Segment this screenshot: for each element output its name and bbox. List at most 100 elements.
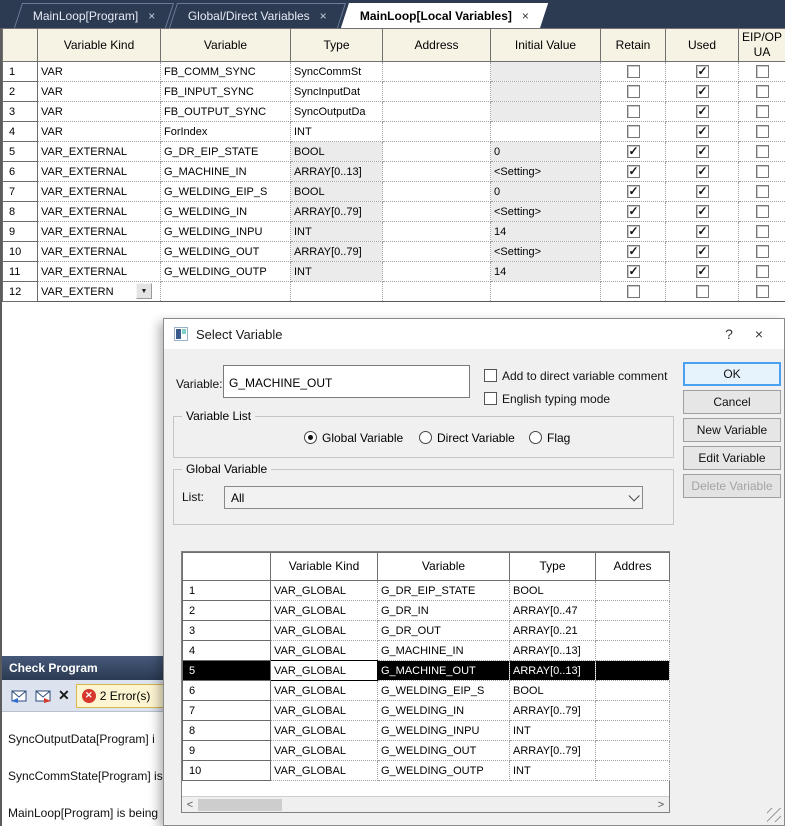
- cell-variable-kind[interactable]: VAR_EXTERNAL: [38, 202, 161, 222]
- resize-grip[interactable]: [767, 808, 781, 822]
- cell-address[interactable]: [383, 162, 491, 182]
- delete-variable-button[interactable]: Delete Variable: [683, 474, 781, 498]
- english-typing-checkbox[interactable]: [484, 392, 497, 405]
- cell-address[interactable]: [383, 262, 491, 282]
- dialog-help-button[interactable]: ?: [714, 326, 744, 342]
- cell-address[interactable]: [383, 82, 491, 102]
- cell-variable[interactable]: G_WELDING_EIP_S: [161, 182, 291, 202]
- cell-variable[interactable]: G_DR_EIP_STATE: [161, 142, 291, 162]
- cell-variable[interactable]: G_WELDING_IN: [161, 202, 291, 222]
- checkbox[interactable]: [627, 205, 640, 218]
- cell-type[interactable]: ARRAY[0..79]: [510, 701, 596, 721]
- horizontal-scrollbar[interactable]: < >: [182, 796, 669, 812]
- cell-address[interactable]: [383, 122, 491, 142]
- cell-variable-kind[interactable]: VAR_EXTERNAL: [38, 182, 161, 202]
- cell-variable-kind[interactable]: VAR_EXTERNAL: [38, 222, 161, 242]
- cell-variable[interactable]: G_WELDING_IN: [378, 701, 510, 721]
- checkbox[interactable]: [756, 105, 769, 118]
- checkbox[interactable]: [756, 265, 769, 278]
- cell-type[interactable]: INT: [291, 222, 383, 242]
- row-number-cell[interactable]: 5: [183, 661, 271, 681]
- cell-variable-kind[interactable]: VAR: [38, 62, 161, 82]
- checkbox[interactable]: [696, 145, 709, 158]
- checkbox[interactable]: [627, 285, 640, 298]
- cell-variable[interactable]: FB_COMM_SYNC: [161, 62, 291, 82]
- row-number-cell[interactable]: 10: [3, 242, 38, 262]
- tab-close-icon[interactable]: ×: [148, 9, 155, 23]
- row-number-cell[interactable]: 6: [183, 681, 271, 701]
- cell-initial-value[interactable]: <Setting>: [491, 202, 601, 222]
- cell-variable[interactable]: G_DR_EIP_STATE: [378, 581, 510, 601]
- cell-initial-value[interactable]: 14: [491, 222, 601, 242]
- cell-variable-kind[interactable]: VAR_GLOBAL: [271, 661, 378, 681]
- scroll-left-arrow[interactable]: <: [182, 797, 198, 813]
- cell-initial-value[interactable]: [491, 102, 601, 122]
- radio-direct-variable[interactable]: [419, 431, 432, 444]
- cell-variable-kind[interactable]: VAR: [38, 122, 161, 142]
- cell-address[interactable]: [383, 142, 491, 162]
- cell-variable-kind[interactable]: VAR_GLOBAL: [271, 681, 378, 701]
- checkbox[interactable]: [696, 265, 709, 278]
- cell-address[interactable]: [596, 701, 670, 721]
- row-number-cell[interactable]: 5: [3, 142, 38, 162]
- cell-variable[interactable]: G_WELDING_OUT: [161, 242, 291, 262]
- cell-variable-kind[interactable]: VAR_EXTERN▼: [38, 282, 161, 302]
- prev-message-button[interactable]: [10, 685, 28, 707]
- tab-global-direct-variables[interactable]: Global/Direct Variables×: [169, 3, 346, 28]
- checkbox[interactable]: [696, 245, 709, 258]
- cell-initial-value[interactable]: <Setting>: [491, 162, 601, 182]
- row-number-cell[interactable]: 7: [183, 701, 271, 721]
- cell-variable-kind[interactable]: VAR: [38, 82, 161, 102]
- cell-address[interactable]: [596, 641, 670, 661]
- row-number-cell[interactable]: 4: [183, 641, 271, 661]
- cell-variable[interactable]: G_DR_IN: [378, 601, 510, 621]
- checkbox[interactable]: [627, 125, 640, 138]
- new-variable-button[interactable]: New Variable: [683, 418, 781, 442]
- checkbox[interactable]: [696, 225, 709, 238]
- cell-type[interactable]: BOOL: [291, 142, 383, 162]
- cell-address[interactable]: [596, 681, 670, 701]
- cell-variable-kind[interactable]: VAR_GLOBAL: [271, 601, 378, 621]
- checkbox[interactable]: [627, 265, 640, 278]
- row-number-cell[interactable]: 11: [3, 262, 38, 282]
- list-dropdown[interactable]: All: [224, 486, 643, 509]
- checkbox[interactable]: [627, 65, 640, 78]
- checkbox[interactable]: [696, 105, 709, 118]
- cell-type[interactable]: [291, 282, 383, 302]
- scroll-right-arrow[interactable]: >: [653, 797, 669, 813]
- cell-address[interactable]: [596, 581, 670, 601]
- cell-variable[interactable]: FB_OUTPUT_SYNC: [161, 102, 291, 122]
- cell-type[interactable]: ARRAY[0..79]: [291, 242, 383, 262]
- cell-initial-value[interactable]: [491, 282, 601, 302]
- cell-variable[interactable]: G_WELDING_EIP_S: [378, 681, 510, 701]
- cell-initial-value[interactable]: <Setting>: [491, 242, 601, 262]
- cell-variable[interactable]: G_MACHINE_IN: [378, 641, 510, 661]
- cell-variable[interactable]: [161, 282, 291, 302]
- cell-variable[interactable]: G_WELDING_OUTP: [161, 262, 291, 282]
- cell-variable-kind[interactable]: VAR_EXTERNAL: [38, 242, 161, 262]
- cell-address[interactable]: [596, 721, 670, 741]
- cell-address[interactable]: [596, 621, 670, 641]
- cell-variable-kind[interactable]: VAR_GLOBAL: [271, 621, 378, 641]
- cell-variable-kind[interactable]: VAR_GLOBAL: [271, 721, 378, 741]
- cell-initial-value[interactable]: 14: [491, 262, 601, 282]
- cell-type[interactable]: ARRAY[0..21: [510, 621, 596, 641]
- row-number-cell[interactable]: 8: [183, 721, 271, 741]
- checkbox[interactable]: [627, 105, 640, 118]
- tab-close-icon[interactable]: ×: [522, 9, 529, 23]
- checkbox[interactable]: [696, 205, 709, 218]
- dialog-close-button[interactable]: ×: [744, 326, 774, 342]
- cell-type[interactable]: ARRAY[0..79]: [510, 741, 596, 761]
- checkbox[interactable]: [696, 165, 709, 178]
- cell-variable-kind[interactable]: VAR_EXTERNAL: [38, 262, 161, 282]
- cancel-button[interactable]: Cancel: [683, 390, 781, 414]
- cell-variable[interactable]: G_WELDING_OUTP: [378, 761, 510, 781]
- cell-type[interactable]: ARRAY[0..13]: [510, 661, 596, 681]
- cell-variable-kind[interactable]: VAR_GLOBAL: [271, 741, 378, 761]
- cell-address[interactable]: [383, 202, 491, 222]
- cell-type[interactable]: ARRAY[0..13]: [510, 641, 596, 661]
- add-direct-comment-checkbox[interactable]: [484, 369, 497, 382]
- cell-initial-value[interactable]: [491, 122, 601, 142]
- cell-variable[interactable]: G_WELDING_INPU: [161, 222, 291, 242]
- row-number-cell[interactable]: 8: [3, 202, 38, 222]
